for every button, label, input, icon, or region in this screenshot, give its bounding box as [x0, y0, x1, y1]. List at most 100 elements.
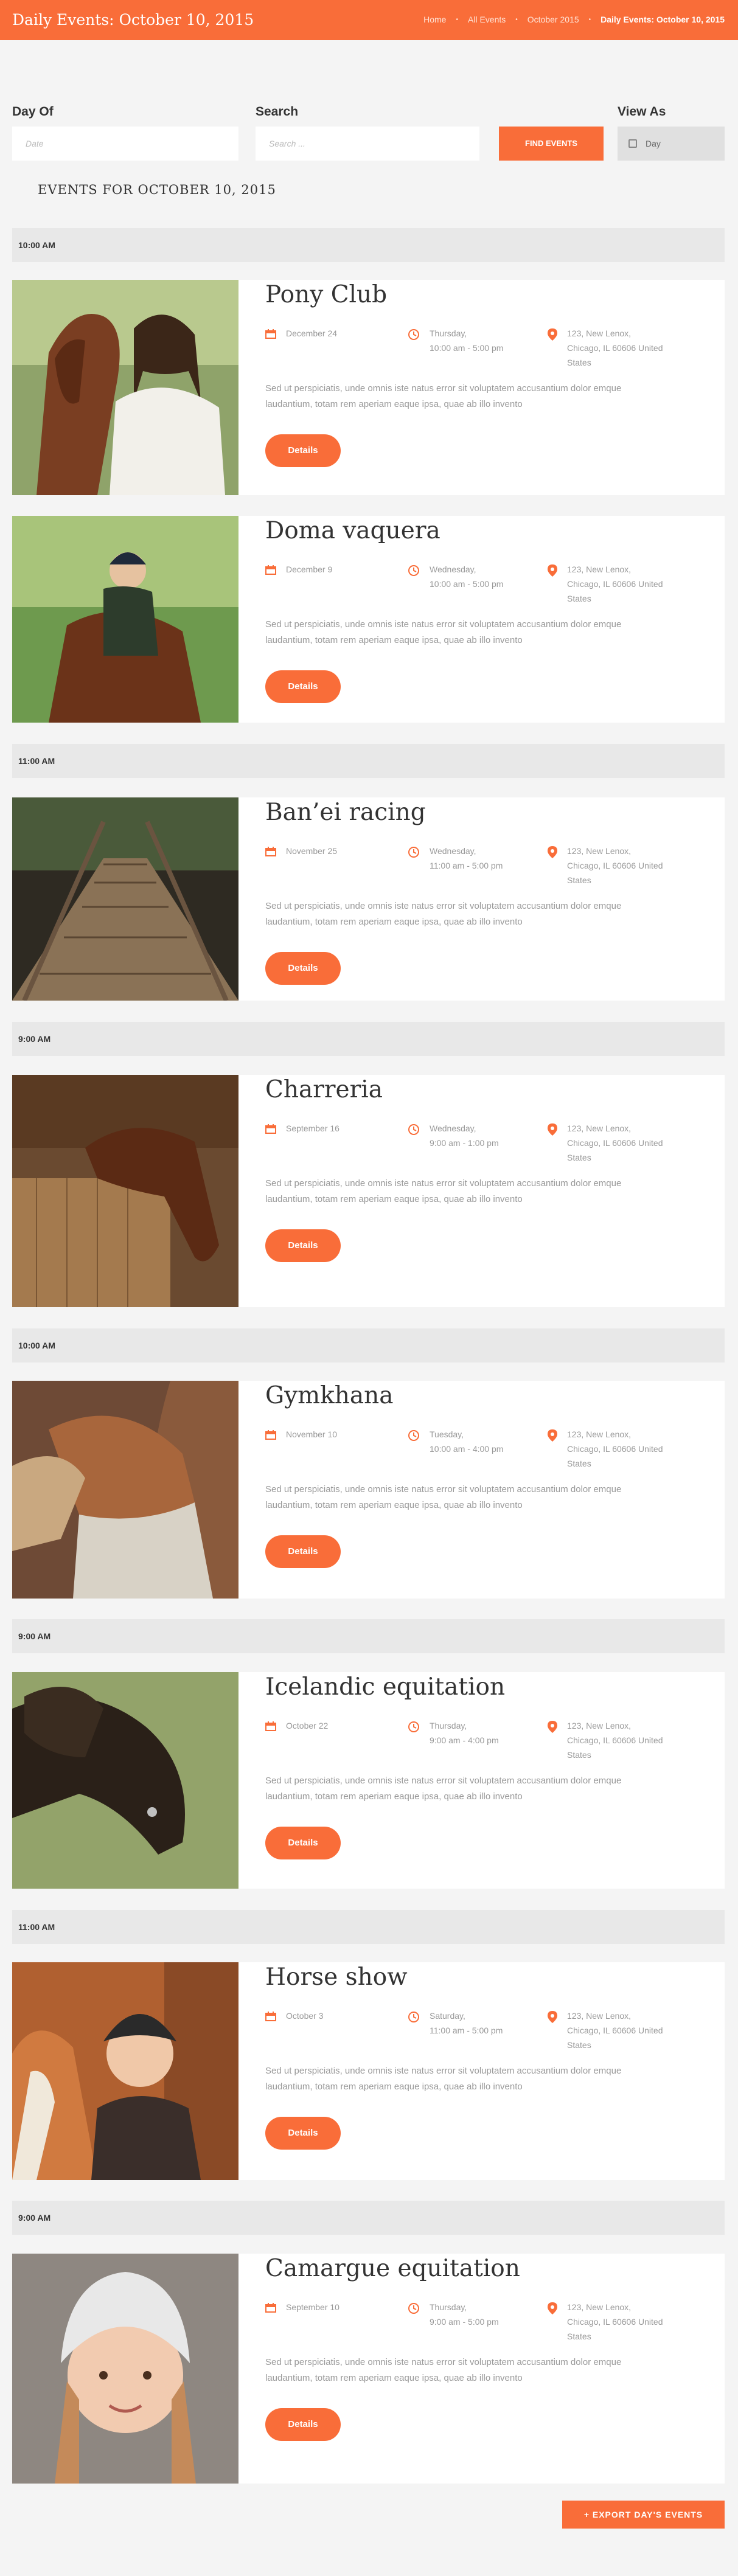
- location-pin-icon: [548, 846, 557, 887]
- calendar-icon: [265, 1721, 276, 1735]
- location-pin-icon: [548, 1721, 557, 1762]
- breadcrumb-all-events[interactable]: All Events: [468, 15, 506, 24]
- event-date: September 16: [265, 1121, 339, 1138]
- details-button[interactable]: Details: [265, 2408, 341, 2441]
- event-date: December 9: [265, 562, 332, 579]
- event-image[interactable]: [12, 2254, 238, 2484]
- details-button[interactable]: Details: [265, 1535, 341, 1568]
- event-location: 123, New Lenox, Chicago, IL 60606 United S…: [548, 562, 663, 606]
- event-weekday: Thursday,: [430, 328, 467, 338]
- event-time: Wednesday, 11:00 am - 5:00 pm: [408, 844, 503, 873]
- event-date: December 24: [265, 326, 337, 343]
- event-date-text: December 9: [286, 564, 333, 574]
- event-image[interactable]: [12, 797, 238, 1001]
- event-image[interactable]: [12, 1381, 238, 1599]
- event-time: Wednesday, 10:00 am - 5:00 pm: [408, 562, 503, 591]
- time-group-header: 10:00 AM: [12, 228, 725, 262]
- export-day-events-button[interactable]: + EXPORT DAY'S EVENTS: [562, 2501, 725, 2529]
- breadcrumb-current: Daily Events: October 10, 2015: [600, 15, 725, 24]
- event-weekday: Wednesday,: [430, 1123, 476, 1133]
- event-date-text: November 25: [286, 846, 338, 856]
- address-line-2: Chicago, IL 60606 United: [567, 2026, 663, 2035]
- event-title[interactable]: Icelandic equitation: [265, 1673, 505, 1701]
- details-button[interactable]: Details: [265, 952, 341, 985]
- event-card: Camargue equitation September 10 Thursday,…: [12, 2254, 725, 2484]
- event-hours: 10:00 am - 5:00 pm: [430, 343, 504, 353]
- view-as-select[interactable]: Day: [618, 127, 725, 161]
- calendar-icon: [265, 1429, 276, 1444]
- event-location: 123, New Lenox, Chicago, IL 60606 United S…: [548, 1121, 663, 1165]
- breadcrumb-month[interactable]: October 2015: [527, 15, 579, 24]
- event-card: Gymkhana November 10 Tuesday, 10:00 am - 4:…: [12, 1381, 725, 1599]
- event-date-text: September 10: [286, 2302, 339, 2312]
- address-line-1: 123, New Lenox,: [567, 564, 632, 574]
- event-card: Horse show October 3 Saturday, 11:00 am - 5…: [12, 1962, 725, 2180]
- date-input[interactable]: Date: [12, 127, 238, 161]
- event-title[interactable]: Charreria: [265, 1076, 383, 1103]
- calendar-icon: [265, 846, 276, 861]
- event-image[interactable]: [12, 1962, 238, 2180]
- event-image[interactable]: [12, 1672, 238, 1889]
- details-button[interactable]: Details: [265, 1229, 341, 1262]
- address-line-3: States: [567, 1750, 591, 1760]
- time-group-header: 9:00 AM: [12, 2201, 725, 2235]
- event-description: Sed ut perspiciatis, unde omnis iste nat…: [265, 901, 622, 927]
- address-line-3: States: [567, 594, 591, 603]
- address-line-3: States: [567, 2040, 591, 2050]
- location-pin-icon: [548, 2302, 557, 2344]
- address-line-1: 123, New Lenox,: [567, 1123, 632, 1133]
- event-date: October 22: [265, 1718, 328, 1735]
- address-line-1: 123, New Lenox,: [567, 2011, 632, 2021]
- event-weekday: Saturday,: [430, 2011, 465, 2021]
- event-hours: 11:00 am - 5:00 pm: [430, 861, 503, 870]
- clock-icon: [408, 564, 420, 591]
- event-location: 123, New Lenox, Chicago, IL 60606 United S…: [548, 2008, 663, 2052]
- event-time: Wednesday, 9:00 am - 1:00 pm: [408, 1121, 499, 1150]
- breadcrumb-home[interactable]: Home: [423, 15, 446, 24]
- calendar-icon: [265, 328, 276, 343]
- calendar-icon: [265, 2011, 276, 2026]
- event-weekday: Thursday,: [430, 2302, 467, 2312]
- event-date: November 25: [265, 844, 337, 861]
- details-button[interactable]: Details: [265, 434, 341, 467]
- address-line-2: Chicago, IL 60606 United: [567, 343, 663, 353]
- clock-icon: [408, 2011, 420, 2038]
- details-button[interactable]: Details: [265, 670, 341, 703]
- breadcrumb-separator: •: [515, 16, 518, 23]
- event-location: 123, New Lenox, Chicago, IL 60606 United S…: [548, 326, 663, 370]
- search-input[interactable]: Search ...: [256, 127, 479, 161]
- calendar-icon: [265, 1123, 276, 1138]
- find-events-button[interactable]: FIND EVENTS: [499, 127, 604, 161]
- event-title[interactable]: Horse show: [265, 1963, 408, 1991]
- search-label: Search: [256, 105, 299, 119]
- time-group-header: 11:00 AM: [12, 1910, 725, 1944]
- event-date-text: October 22: [286, 1721, 329, 1731]
- event-image[interactable]: [12, 516, 238, 723]
- breadcrumb-separator: •: [588, 16, 591, 23]
- page-title: Daily Events: October 10, 2015: [12, 11, 254, 29]
- time-group-header: 11:00 AM: [12, 744, 725, 778]
- event-title[interactable]: Gymkhana: [265, 1382, 394, 1409]
- address-line-1: 123, New Lenox,: [567, 1721, 632, 1731]
- event-date-text: September 16: [286, 1123, 339, 1133]
- event-image[interactable]: [12, 1075, 238, 1307]
- event-title[interactable]: Ban’ei racing: [265, 799, 426, 826]
- event-image[interactable]: [12, 280, 238, 495]
- event-title[interactable]: Doma vaquera: [265, 517, 440, 544]
- event-description: Sed ut perspiciatis, unde omnis iste nat…: [265, 1776, 622, 1802]
- address-line-2: Chicago, IL 60606 United: [567, 579, 663, 589]
- details-button[interactable]: Details: [265, 1827, 341, 1859]
- address-line-2: Chicago, IL 60606 United: [567, 1138, 663, 1148]
- event-time: Thursday, 9:00 am - 5:00 pm: [408, 2300, 499, 2329]
- event-location: 123, New Lenox, Chicago, IL 60606 United S…: [548, 1718, 663, 1762]
- event-hours: 9:00 am - 5:00 pm: [430, 2317, 499, 2327]
- details-button[interactable]: Details: [265, 2117, 341, 2150]
- view-as-value: Day: [646, 139, 661, 148]
- clock-icon: [408, 1429, 420, 1456]
- event-title[interactable]: Pony Club: [265, 281, 387, 308]
- address-line-3: States: [567, 2331, 591, 2341]
- event-title[interactable]: Camargue equitation: [265, 2255, 520, 2282]
- event-description: Sed ut perspiciatis, unde omnis iste nat…: [265, 2357, 622, 2383]
- address-line-1: 123, New Lenox,: [567, 1429, 632, 1439]
- event-description: Sed ut perspiciatis, unde omnis iste nat…: [265, 1178, 622, 1204]
